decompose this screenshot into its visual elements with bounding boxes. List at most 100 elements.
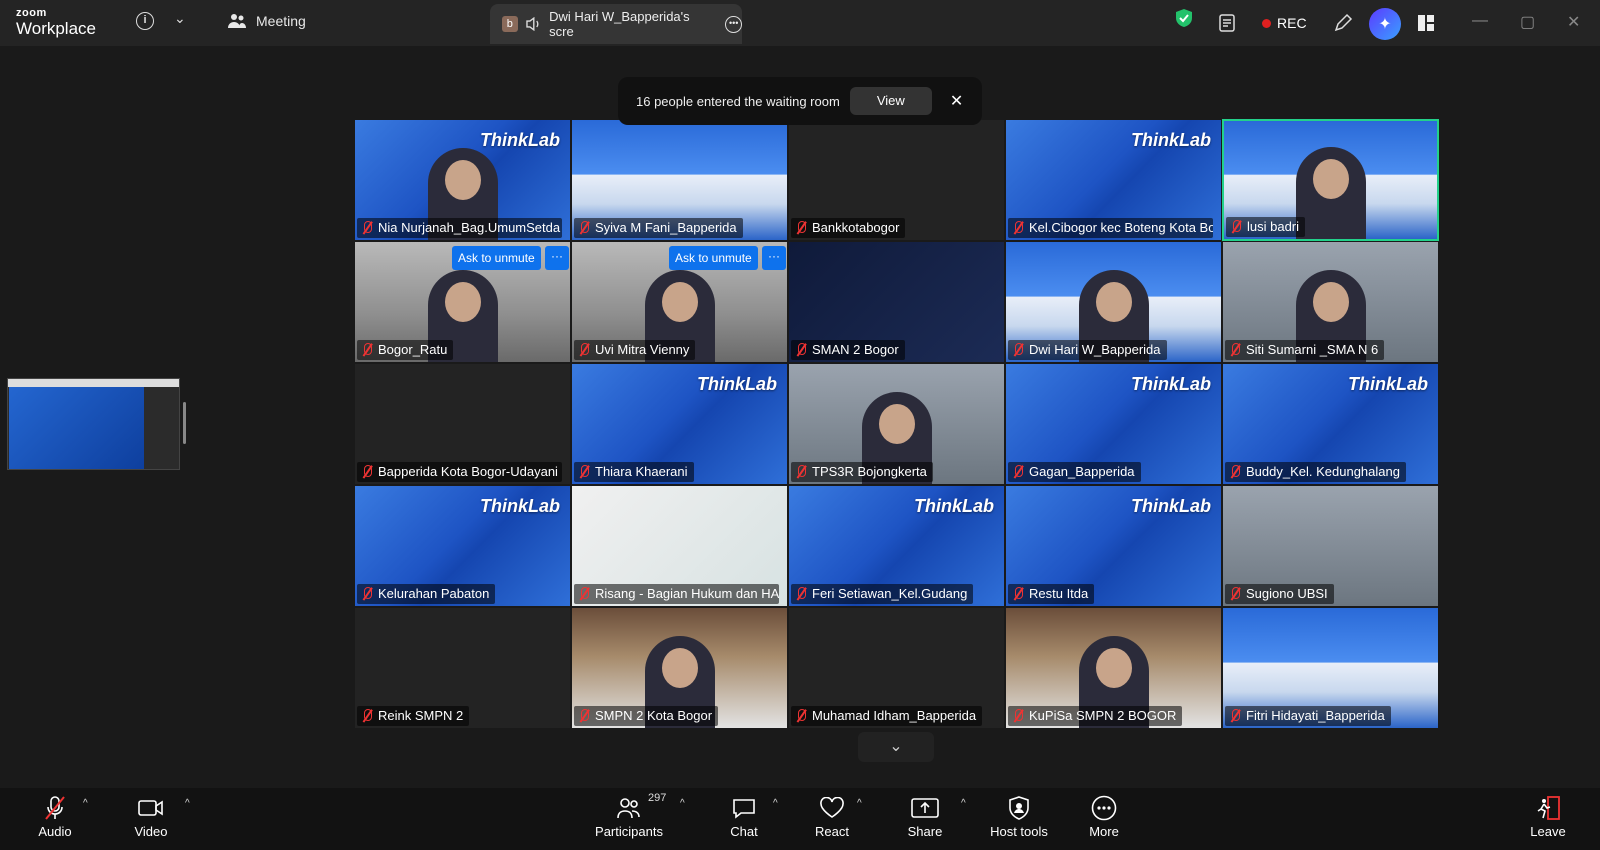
- minimize-icon[interactable]: —: [1472, 12, 1488, 30]
- participant-name-tag: SMAN 2 Bogor: [791, 340, 905, 360]
- chat-button[interactable]: Chat: [704, 794, 784, 839]
- screen-share-tab[interactable]: b Dwi Hari W_Bapperida's scre •••: [490, 4, 742, 44]
- audio-options-caret-icon[interactable]: ^: [83, 798, 88, 809]
- participant-name: Reink SMPN 2: [378, 708, 464, 723]
- participant-tile[interactable]: TPS3R Bojongkerta: [788, 363, 1005, 485]
- share-button[interactable]: Share: [885, 794, 965, 839]
- close-notification-icon[interactable]: ✕: [950, 91, 963, 111]
- react-options-caret-icon[interactable]: ^: [857, 798, 862, 809]
- participant-name-tag: Bapperida Kota Bogor-Udayani: [357, 462, 562, 482]
- share-options-caret-icon[interactable]: ^: [961, 798, 966, 809]
- ai-companion-icon[interactable]: ✦: [1369, 8, 1401, 40]
- chat-label: Chat: [730, 824, 758, 839]
- participant-name-tag: Muhamad Idham_Bapperida: [791, 706, 983, 726]
- muted-mic-icon: [361, 586, 373, 601]
- participant-tile[interactable]: Bankkotabogor: [788, 119, 1005, 241]
- participant-tile[interactable]: Risang - Bagian Hukum dan HA...: [571, 485, 788, 607]
- participant-name: Feri Setiawan_Kel.Gudang: [812, 586, 968, 601]
- muted-mic-icon: [1012, 708, 1024, 723]
- participant-tile[interactable]: Ask to unmute ··· Bogor_Ratu: [354, 241, 571, 363]
- meeting-toolbar: Audio ^ Video ^ Participants 297 ^ Chat …: [0, 788, 1600, 850]
- annotate-pen-icon[interactable]: [1333, 8, 1353, 38]
- next-page-chevron-icon[interactable]: ⌄: [858, 732, 934, 762]
- thinklab-logo: ThinkLab: [1131, 374, 1211, 394]
- participant-tile[interactable]: Siti Sumarni _SMA N 6: [1222, 241, 1439, 363]
- muted-microphone-icon: [43, 794, 67, 822]
- participant-name-tag: Reink SMPN 2: [357, 706, 470, 726]
- chat-options-caret-icon[interactable]: ^: [773, 798, 778, 809]
- participant-tile[interactable]: Dwi Hari W_Bapperida: [1005, 241, 1222, 363]
- more-dots-icon: [1091, 794, 1117, 822]
- participant-tile[interactable]: SMPN 2 Kota Bogor: [571, 607, 788, 729]
- ask-to-unmute-button[interactable]: Ask to unmute: [669, 246, 758, 270]
- chevron-down-icon[interactable]: ⌄: [174, 10, 186, 27]
- thinklab-logo: ThinkLab: [914, 496, 994, 516]
- participant-tile[interactable]: Ask to unmute ··· Uvi Mitra Vienny: [571, 241, 788, 363]
- participant-tile[interactable]: ThinkLab Buddy_Kel. Kedunghalang: [1222, 363, 1439, 485]
- more-button[interactable]: More: [1064, 794, 1144, 839]
- share-label: Share: [907, 824, 943, 839]
- recording-indicator[interactable]: REC: [1262, 8, 1307, 38]
- captions-icon[interactable]: [1218, 8, 1238, 38]
- participant-name: SMAN 2 Bogor: [812, 342, 899, 357]
- participant-video-silhouette: [1295, 147, 1366, 239]
- participant-tile[interactable]: ThinkLab Feri Setiawan_Kel.Gudang: [788, 485, 1005, 607]
- participant-tile[interactable]: SMAN 2 Bogor: [788, 241, 1005, 363]
- participant-tile[interactable]: Sugiono UBSI: [1222, 485, 1439, 607]
- participant-tile[interactable]: Bapperida Kota Bogor-Udayani: [354, 363, 571, 485]
- audio-label: Audio: [38, 824, 72, 839]
- meeting-menu[interactable]: Meeting: [228, 13, 306, 29]
- participant-name-tag: Nia Nurjanah_Bag.UmumSetda: [357, 218, 562, 238]
- tile-more-options-button[interactable]: ···: [545, 246, 569, 270]
- participants-icon: [617, 794, 641, 822]
- participant-tile[interactable]: KuPiSa SMPN 2 BOGOR: [1005, 607, 1222, 729]
- participant-tile[interactable]: ThinkLab Kel.Cibogor kec Boteng Kota Bo..…: [1005, 119, 1222, 241]
- panel-resize-handle[interactable]: [183, 402, 186, 444]
- ask-to-unmute-button[interactable]: Ask to unmute: [452, 246, 541, 270]
- participant-tile[interactable]: Reink SMPN 2: [354, 607, 571, 729]
- video-options-caret-icon[interactable]: ^: [185, 798, 190, 809]
- participant-tile[interactable]: ThinkLab Gagan_Bapperida: [1005, 363, 1222, 485]
- participants-label: Participants: [595, 824, 663, 839]
- shared-screen-thumbnail[interactable]: [7, 378, 180, 470]
- leave-label: Leave: [1530, 824, 1566, 839]
- close-window-icon[interactable]: ✕: [1567, 12, 1580, 32]
- muted-mic-icon: [1229, 586, 1241, 601]
- tile-more-options-button[interactable]: ···: [762, 246, 786, 270]
- participant-name-tag: Restu Itda: [1008, 584, 1095, 604]
- more-options-icon[interactable]: •••: [725, 15, 742, 33]
- participant-name-tag: Sugiono UBSI: [1225, 584, 1334, 604]
- muted-mic-icon: [1229, 342, 1241, 357]
- participant-name-tag: Syiva M Fani_Bapperida: [574, 218, 743, 238]
- participant-tile[interactable]: ThinkLab Thiara Khaerani: [571, 363, 788, 485]
- security-shield-icon[interactable]: [1175, 8, 1193, 28]
- view-waiting-room-button[interactable]: View: [849, 87, 932, 115]
- participant-tile[interactable]: ThinkLab Restu Itda: [1005, 485, 1222, 607]
- participant-name: Kel.Cibogor kec Boteng Kota Bo...: [1029, 220, 1213, 235]
- participant-name-tag: Buddy_Kel. Kedunghalang: [1225, 462, 1406, 482]
- participant-tile[interactable]: ThinkLab Nia Nurjanah_Bag.UmumSetda: [354, 119, 571, 241]
- muted-mic-icon: [795, 220, 807, 235]
- participant-name: Syiva M Fani_Bapperida: [595, 220, 737, 235]
- participant-tile[interactable]: Syiva M Fani_Bapperida: [571, 119, 788, 241]
- info-icon[interactable]: i: [136, 12, 154, 30]
- participant-name: Gagan_Bapperida: [1029, 464, 1135, 479]
- participants-options-caret-icon[interactable]: ^: [680, 798, 685, 809]
- video-button[interactable]: Video: [111, 794, 191, 839]
- participant-name: Muhamad Idham_Bapperida: [812, 708, 977, 723]
- participant-name-tag: Dwi Hari W_Bapperida: [1008, 340, 1167, 360]
- participant-name-tag: Kelurahan Pabaton: [357, 584, 496, 604]
- muted-mic-icon: [1012, 464, 1024, 479]
- participant-name-tag: lusi badri: [1226, 217, 1306, 237]
- side-panel-icon[interactable]: [1417, 8, 1435, 38]
- share-screen-icon: [911, 794, 939, 822]
- participant-tile[interactable]: lusi badri: [1222, 119, 1439, 241]
- participant-tile[interactable]: ThinkLab Kelurahan Pabaton: [354, 485, 571, 607]
- leave-button[interactable]: Leave: [1508, 794, 1588, 839]
- host-tools-button[interactable]: Host tools: [978, 794, 1060, 839]
- participant-tile[interactable]: Muhamad Idham_Bapperida: [788, 607, 1005, 729]
- chat-bubble-icon: [732, 794, 756, 822]
- more-label: More: [1089, 824, 1119, 839]
- participant-tile[interactable]: Fitri Hidayati_Bapperida: [1222, 607, 1439, 729]
- maximize-icon[interactable]: ▢: [1520, 12, 1535, 32]
